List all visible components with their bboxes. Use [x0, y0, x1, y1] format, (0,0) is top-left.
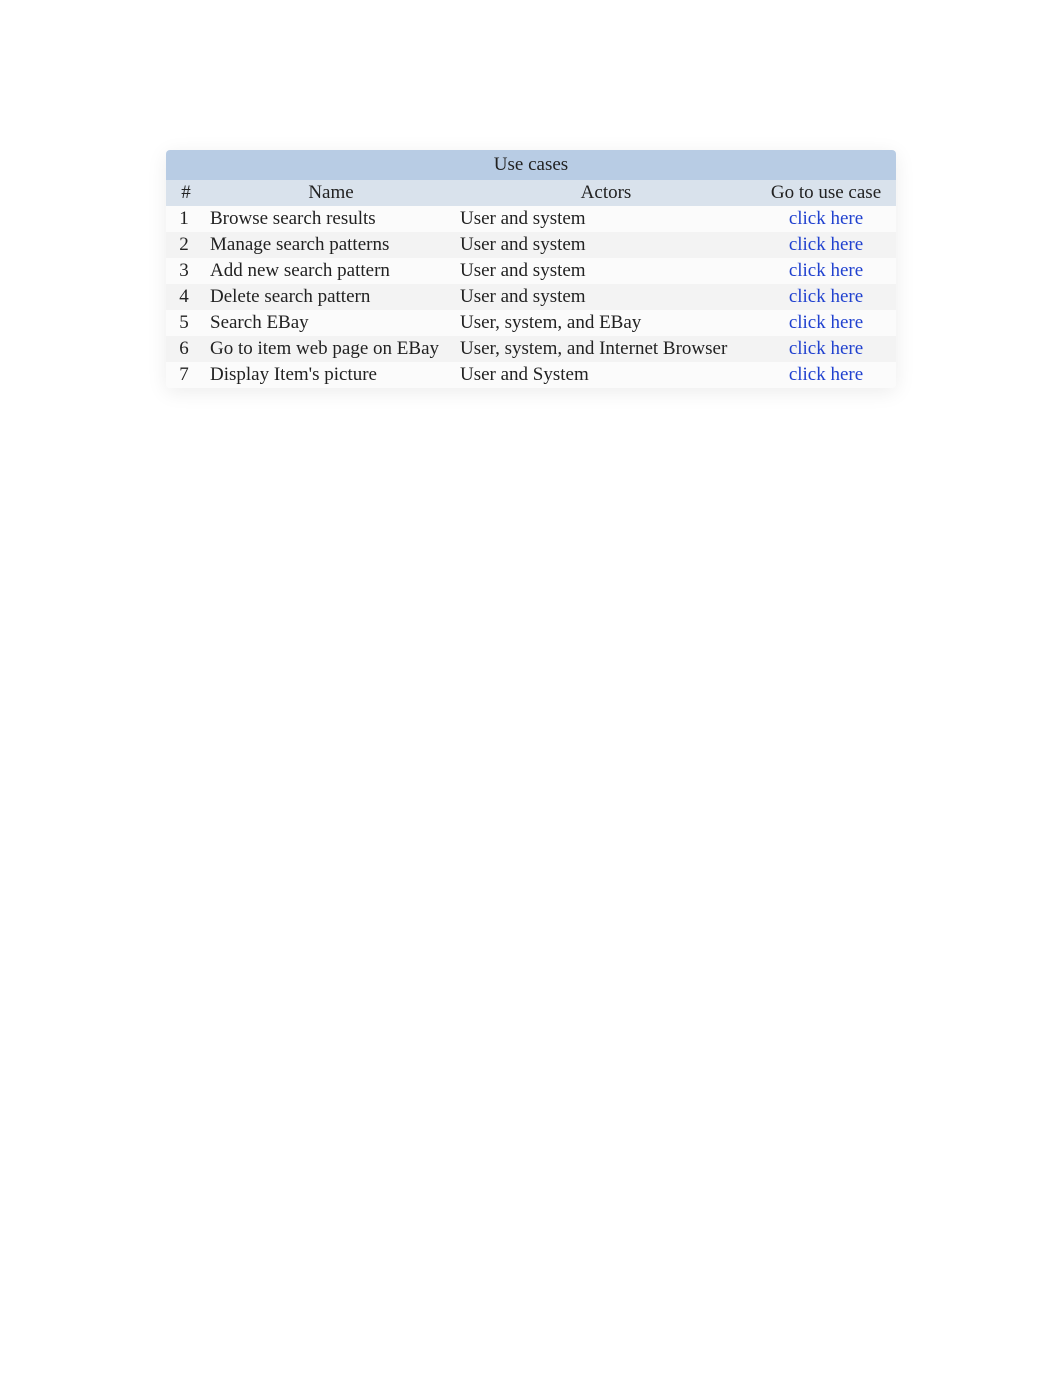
cell-link: click here [756, 336, 896, 362]
go-to-use-case-link[interactable]: click here [789, 286, 863, 307]
cell-actors: User and system [456, 206, 756, 232]
header-name: Name [206, 180, 456, 206]
cell-link: click here [756, 362, 896, 388]
header-num: # [166, 180, 206, 206]
cell-actors: User, system, and EBay [456, 310, 756, 336]
cell-link: click here [756, 206, 896, 232]
cell-name: Add new search pattern [206, 258, 456, 284]
go-to-use-case-link[interactable]: click here [789, 338, 863, 359]
cell-name: Search EBay [206, 310, 456, 336]
cell-num: 2 [166, 232, 206, 258]
go-to-use-case-link[interactable]: click here [789, 312, 863, 333]
cell-link: click here [756, 284, 896, 310]
cell-actors: User and system [456, 232, 756, 258]
header-actors: Actors [456, 180, 756, 206]
table-row: 1 Browse search results User and system … [166, 206, 896, 232]
go-to-use-case-link[interactable]: click here [789, 208, 863, 229]
table-row: 2 Manage search patterns User and system… [166, 232, 896, 258]
cell-actors: User and system [456, 284, 756, 310]
cell-num: 1 [166, 206, 206, 232]
header-link: Go to use case [756, 180, 896, 206]
use-cases-table: Use cases # Name Actors Go to use case 1… [166, 150, 896, 388]
cell-num: 6 [166, 336, 206, 362]
cell-name: Manage search patterns [206, 232, 456, 258]
table-row: 6 Go to item web page on EBay User, syst… [166, 336, 896, 362]
table-row: 4 Delete search pattern User and system … [166, 284, 896, 310]
table-row: 7 Display Item's picture User and System… [166, 362, 896, 388]
table-row: 3 Add new search pattern User and system… [166, 258, 896, 284]
cell-num: 4 [166, 284, 206, 310]
cell-actors: User, system, and Internet Browser [456, 336, 756, 362]
cell-link: click here [756, 310, 896, 336]
cell-name: Browse search results [206, 206, 456, 232]
cell-num: 7 [166, 362, 206, 388]
cell-actors: User and system [456, 258, 756, 284]
cell-name: Go to item web page on EBay [206, 336, 456, 362]
table-header-row: # Name Actors Go to use case [166, 180, 896, 206]
cell-num: 5 [166, 310, 206, 336]
go-to-use-case-link[interactable]: click here [789, 364, 863, 385]
table-row: 5 Search EBay User, system, and EBay cli… [166, 310, 896, 336]
cell-link: click here [756, 258, 896, 284]
table-title: Use cases [166, 150, 896, 180]
cell-link: click here [756, 232, 896, 258]
go-to-use-case-link[interactable]: click here [789, 234, 863, 255]
table-body: 1 Browse search results User and system … [166, 206, 896, 388]
cell-actors: User and System [456, 362, 756, 388]
cell-num: 3 [166, 258, 206, 284]
cell-name: Display Item's picture [206, 362, 456, 388]
cell-name: Delete search pattern [206, 284, 456, 310]
go-to-use-case-link[interactable]: click here [789, 260, 863, 281]
